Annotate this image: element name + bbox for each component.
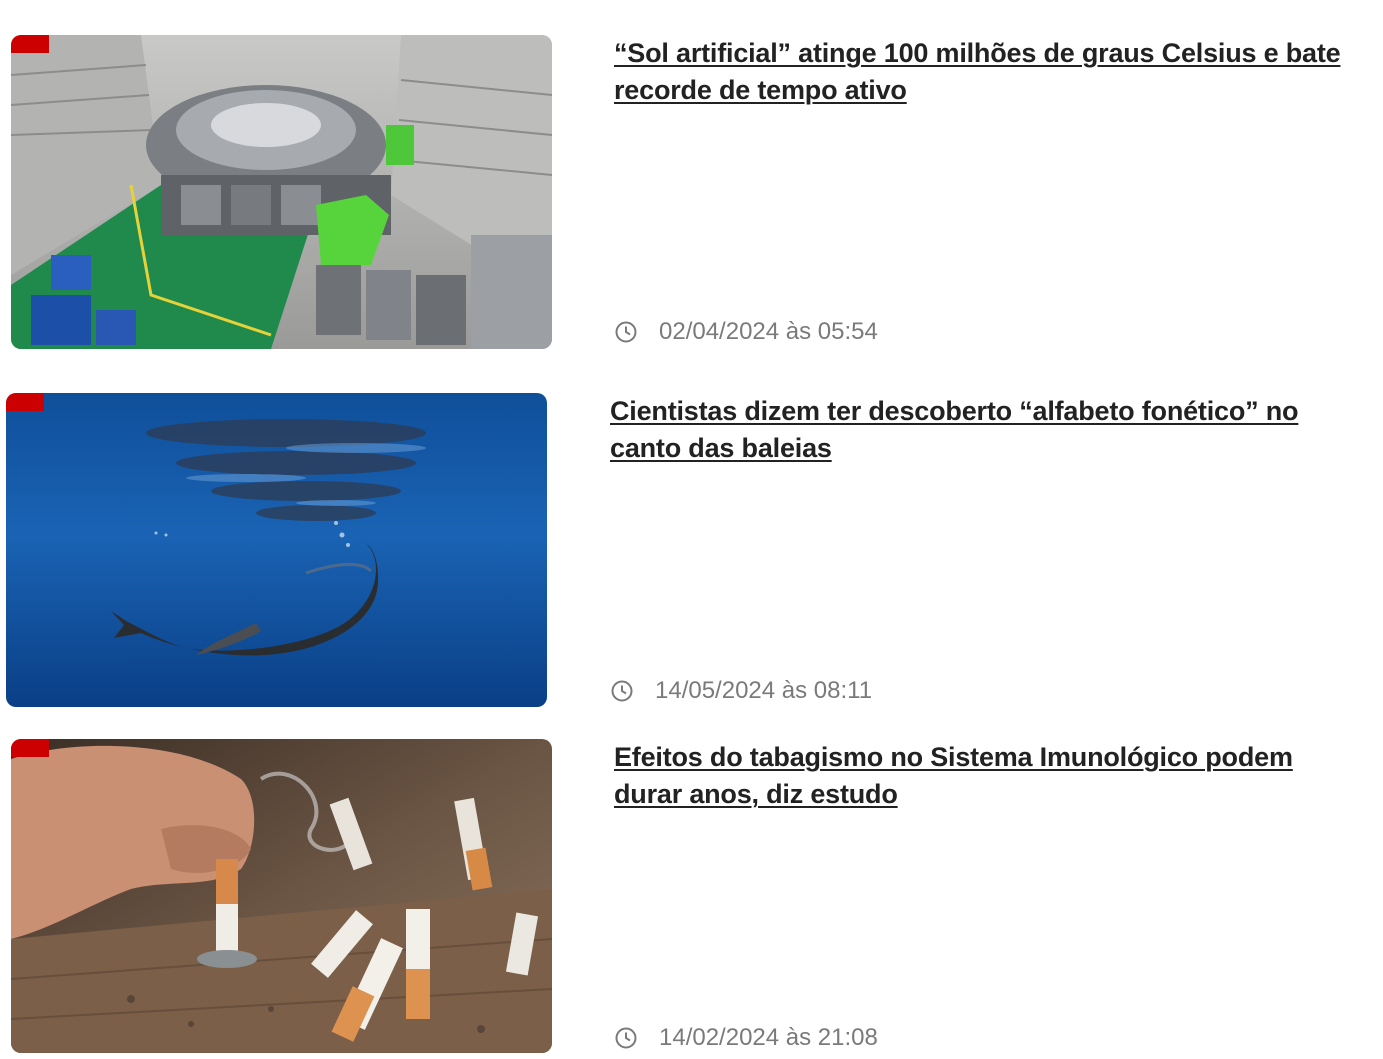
article-card: Efeitos do tabagismo no Sistema Imunológ… (0, 720, 1383, 1059)
article-timestamp: 14/05/2024 às 08:11 (610, 677, 872, 705)
category-tag (11, 739, 49, 757)
article-thumbnail-whale[interactable] (6, 393, 547, 707)
article-date: 14/05/2024 às 08:11 (655, 677, 873, 704)
article-thumbnail-cigarettes[interactable] (11, 739, 552, 1053)
article-date: 14/02/2024 às 21:08 (659, 1024, 878, 1051)
category-tag (6, 393, 44, 411)
clock-icon (615, 1027, 637, 1049)
clock-icon (611, 680, 633, 702)
fusion-reactor-image (11, 35, 552, 349)
category-tag (11, 35, 49, 53)
article-headline[interactable]: Efeitos do tabagismo no Sistema Imunológ… (614, 739, 1364, 813)
sperm-whale-image (6, 393, 547, 707)
clock-icon (615, 321, 637, 343)
article-timestamp: 02/04/2024 às 05:54 (614, 318, 878, 346)
cigarette-butts-image (11, 739, 552, 1053)
article-timestamp: 14/02/2024 às 21:08 (614, 1024, 878, 1052)
article-card: “Sol artificial” atinge 100 milhões de g… (0, 0, 1383, 360)
article-card: Cientistas dizem ter descoberto “alfabet… (0, 360, 1383, 720)
article-headline[interactable]: “Sol artificial” atinge 100 milhões de g… (614, 35, 1359, 109)
article-headline[interactable]: Cientistas dizem ter descoberto “alfabet… (610, 393, 1375, 467)
article-thumbnail-fusion-reactor[interactable] (11, 35, 552, 349)
article-date: 02/04/2024 às 05:54 (659, 318, 878, 345)
